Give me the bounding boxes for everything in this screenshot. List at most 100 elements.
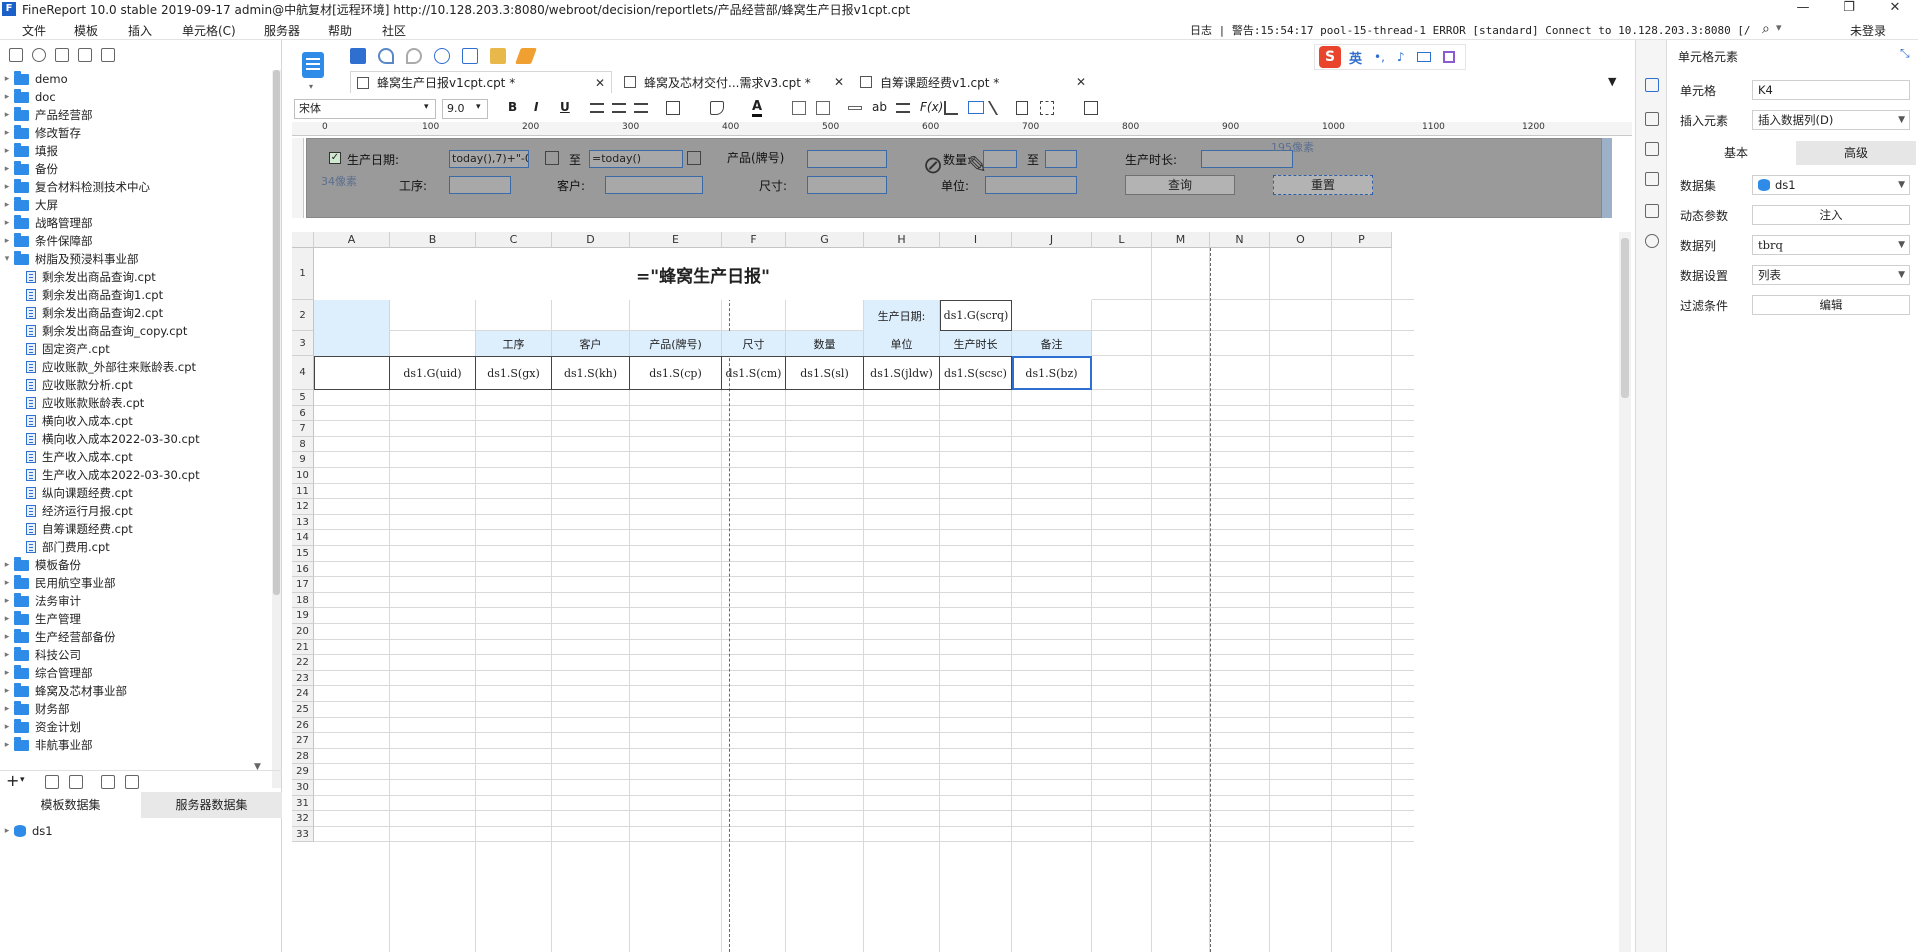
add-dataset-icon[interactable]: + <box>6 771 19 790</box>
chevron-right-icon[interactable]: ▸ <box>0 686 14 696</box>
sogou-icon[interactable]: S <box>1319 46 1341 68</box>
cell-element-icon[interactable] <box>1645 78 1659 92</box>
condition-icon[interactable] <box>1645 204 1659 218</box>
search-icon[interactable]: ⌕ <box>1762 21 1770 37</box>
row-header[interactable]: 13 <box>292 514 314 531</box>
tree-folder[interactable]: ▸ doc <box>0 88 272 106</box>
preview-icon[interactable] <box>101 775 115 789</box>
italic-button[interactable]: I <box>534 100 538 114</box>
row-header[interactable]: 21 <box>292 639 314 656</box>
tree-file[interactable]: 应收账款分析.cpt <box>0 376 272 394</box>
image-icon[interactable] <box>968 101 984 114</box>
tree-folder[interactable]: ▸ 备份 <box>0 160 272 178</box>
column-header[interactable]: E <box>630 232 722 248</box>
row-header[interactable]: 29 <box>292 764 314 780</box>
tree-folder[interactable]: ▸ 战略管理部 <box>0 214 272 232</box>
split-cell-icon[interactable] <box>816 101 830 115</box>
lock-icon[interactable] <box>55 48 69 62</box>
tree-folder[interactable]: ▸ 产品经营部 <box>0 106 272 124</box>
calendar-icon[interactable] <box>545 151 559 165</box>
row-header[interactable]: 28 <box>292 748 314 765</box>
chevron-right-icon[interactable]: ▸ <box>0 704 14 714</box>
new-folder-icon[interactable] <box>9 48 23 62</box>
font-dropdown-icon[interactable]: ▾ <box>424 102 429 112</box>
tree-file[interactable]: 生产收入成本2022-03-30.cpt <box>0 466 272 484</box>
align-center-icon[interactable] <box>612 103 626 113</box>
tree-file[interactable]: 生产收入成本.cpt <box>0 448 272 466</box>
row-header[interactable]: 15 <box>292 546 314 562</box>
tree-folder[interactable]: ▸ 生产经营部备份 <box>0 628 272 646</box>
chevron-right-icon[interactable]: ▸ <box>0 128 14 138</box>
report-title-cell[interactable]: ="蜂窝生产日报" <box>314 248 1092 300</box>
formula-icon[interactable]: F(x) <box>920 100 943 114</box>
column-header[interactable]: A <box>314 232 390 248</box>
slash-icon[interactable] <box>987 101 1011 115</box>
filter-edit-button[interactable]: 编辑 <box>1752 295 1910 315</box>
tree-folder[interactable]: ▾ 树脂及预浸料事业部 <box>0 250 272 268</box>
chevron-right-icon[interactable]: ▸ <box>0 650 14 660</box>
cell-input[interactable]: K4 <box>1752 80 1910 100</box>
tree-file[interactable]: 经济运行月报.cpt <box>0 502 272 520</box>
tree-file[interactable]: 剩余发出商品查询.cpt <box>0 268 272 286</box>
hyperlink-icon[interactable] <box>1645 234 1659 248</box>
column-header[interactable]: F <box>722 232 786 248</box>
chevron-right-icon[interactable]: ▸ <box>0 578 14 588</box>
grid-corner[interactable] <box>292 232 314 248</box>
tab-menu-icon[interactable]: ▼ <box>1608 75 1616 88</box>
trash-icon[interactable] <box>69 775 83 789</box>
chevron-right-icon[interactable]: ▸ <box>0 596 14 606</box>
row-header[interactable]: 22 <box>292 655 314 671</box>
eye-hidden-icon[interactable]: ⊘ <box>923 151 943 179</box>
row-header[interactable]: 14 <box>292 530 314 546</box>
grid-scroll-thumb[interactable] <box>1621 238 1629 398</box>
redo-icon[interactable] <box>406 48 422 64</box>
tree-folder[interactable]: ▸ 财务部 <box>0 700 272 718</box>
login-status[interactable]: 未登录 <box>1850 22 1886 39</box>
mic-icon[interactable]: ♪ <box>1397 50 1405 64</box>
align-right-icon[interactable] <box>634 103 648 113</box>
collapse-icon[interactable] <box>101 48 115 62</box>
data-cell[interactable]: ds1.S(scsc) <box>940 356 1012 390</box>
tree-file[interactable]: 剩余发出商品查询1.cpt <box>0 286 272 304</box>
param-icon[interactable] <box>125 775 139 789</box>
undo-icon[interactable] <box>378 48 394 64</box>
row-header[interactable]: 27 <box>292 733 314 749</box>
font-family-select[interactable]: 宋体 <box>294 99 436 119</box>
size-input[interactable] <box>807 176 887 194</box>
cell-border-icon[interactable] <box>1645 142 1659 156</box>
data-cell[interactable]: ds1.S(jldw) <box>864 356 940 390</box>
row-header[interactable]: 18 <box>292 592 314 609</box>
row-header[interactable]: 11 <box>292 483 314 500</box>
tab-template-dataset[interactable]: 模板数据集 <box>0 792 141 818</box>
tree-file[interactable]: 应收账款账龄表.cpt <box>0 394 272 412</box>
insert-select[interactable]: 插入数据列(D) ▼ <box>1752 110 1910 130</box>
tab-doc-3[interactable]: 自筹课题经费v1.cpt * ✕ <box>854 71 1092 93</box>
qty-to-input[interactable] <box>1045 150 1077 168</box>
chevron-right-icon[interactable]: ▸ <box>0 632 14 642</box>
clear-icon[interactable] <box>1084 101 1098 115</box>
chevron-right-icon[interactable]: ▸ <box>0 218 14 228</box>
bold-button[interactable]: B <box>508 100 517 114</box>
tab-advanced[interactable]: 高级 <box>1796 141 1916 165</box>
keyboard-icon[interactable] <box>1416 52 1431 62</box>
data-cell[interactable]: ds1.G(uid) <box>390 356 476 390</box>
tree-folder[interactable]: ▸ 非航事业部 <box>0 736 272 754</box>
data-column-select[interactable]: tbrq ▼ <box>1752 235 1910 255</box>
menu-insert[interactable]: 插入 <box>128 22 152 39</box>
chevron-right-icon[interactable]: ▸ <box>0 92 14 102</box>
row-header[interactable]: 30 <box>292 780 314 796</box>
column-header[interactable]: I <box>940 232 1012 248</box>
row-header[interactable]: 10 <box>292 468 314 484</box>
format-brush-icon[interactable] <box>515 48 537 64</box>
tree-scroll-thumb[interactable] <box>273 70 280 595</box>
close-tab-icon[interactable]: ✕ <box>1076 75 1086 89</box>
data-cell[interactable]: ds1.S(kh) <box>552 356 630 390</box>
column-title-cell[interactable]: 产品(牌号) <box>630 331 722 356</box>
paragraph-icon[interactable] <box>896 103 910 113</box>
column-header[interactable]: L <box>1092 232 1152 248</box>
row-header[interactable]: 3 <box>292 331 314 356</box>
blank-header-cell[interactable] <box>390 331 476 356</box>
chevron-right-icon[interactable]: ▸ <box>0 74 14 84</box>
row-header[interactable]: 31 <box>292 795 314 812</box>
toolbox-icon[interactable] <box>1442 51 1455 63</box>
